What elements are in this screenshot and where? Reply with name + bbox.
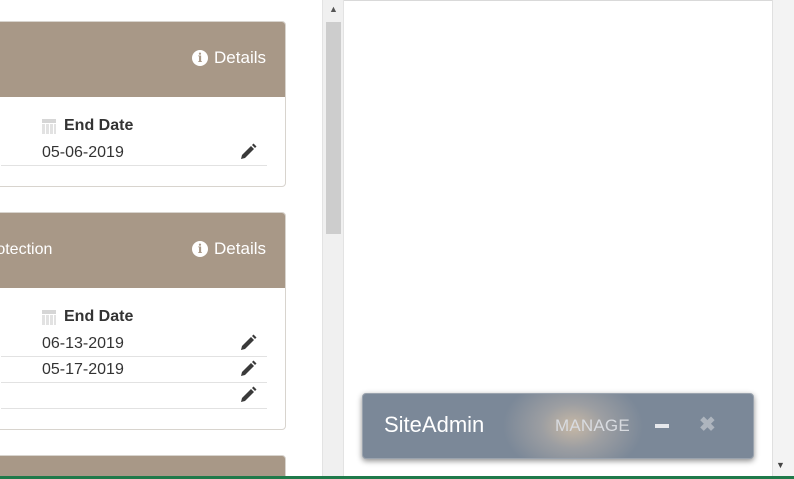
edit-pencil-icon[interactable] bbox=[239, 334, 257, 352]
scroll-down-arrow-icon[interactable]: ▼ bbox=[776, 460, 785, 470]
date-row bbox=[1, 383, 267, 409]
scroll-thumb[interactable] bbox=[326, 22, 341, 234]
contract-card-header-partial bbox=[0, 455, 286, 476]
contract-card: i Details End Date 05-06-2019 bbox=[0, 21, 286, 187]
siteadmin-toolbar: SiteAdmin MANAGE ✖ bbox=[362, 393, 754, 459]
card-list-panel: i Details End Date 05-06-2019 rotection … bbox=[0, 0, 322, 476]
card-header: rotection i Details bbox=[0, 213, 285, 288]
date-row: 06-13-2019 bbox=[1, 331, 267, 357]
date-row: 05-17-2019 bbox=[1, 357, 267, 383]
info-icon: i bbox=[192, 241, 209, 257]
end-date-label: End Date bbox=[64, 308, 134, 325]
edit-pencil-icon[interactable] bbox=[239, 143, 257, 161]
calendar-icon bbox=[42, 309, 56, 325]
info-icon: i bbox=[192, 50, 209, 66]
siteadmin-title: SiteAdmin bbox=[384, 412, 485, 437]
details-link[interactable]: i Details bbox=[192, 48, 266, 68]
right-scrollbar[interactable] bbox=[772, 0, 794, 476]
end-date-value: 05-17-2019 bbox=[42, 361, 124, 378]
end-date-value: 05-06-2019 bbox=[42, 144, 124, 161]
calendar-icon bbox=[42, 118, 56, 134]
close-icon[interactable]: ✖ bbox=[699, 412, 716, 437]
edit-pencil-icon[interactable] bbox=[239, 360, 257, 378]
card-header: i Details bbox=[0, 22, 285, 97]
card-title: rotection bbox=[0, 241, 53, 258]
scroll-up-arrow-icon[interactable]: ▲ bbox=[329, 4, 338, 14]
details-link[interactable]: i Details bbox=[192, 239, 266, 259]
details-label: Details bbox=[214, 239, 266, 258]
manage-button[interactable]: MANAGE bbox=[555, 416, 630, 436]
end-date-label: End Date bbox=[64, 117, 134, 134]
edit-pencil-icon[interactable] bbox=[239, 386, 257, 404]
date-row: 05-06-2019 bbox=[1, 140, 267, 166]
end-date-header: End Date bbox=[42, 117, 133, 135]
details-label: Details bbox=[214, 48, 266, 67]
end-date-value: 06-13-2019 bbox=[42, 335, 124, 352]
minus-icon[interactable] bbox=[655, 424, 669, 428]
vertical-scrollbar[interactable]: ▲ bbox=[322, 0, 344, 476]
contract-card: rotection i Details End Date 06-13-2019 … bbox=[0, 212, 286, 430]
end-date-header: End Date bbox=[42, 308, 133, 326]
